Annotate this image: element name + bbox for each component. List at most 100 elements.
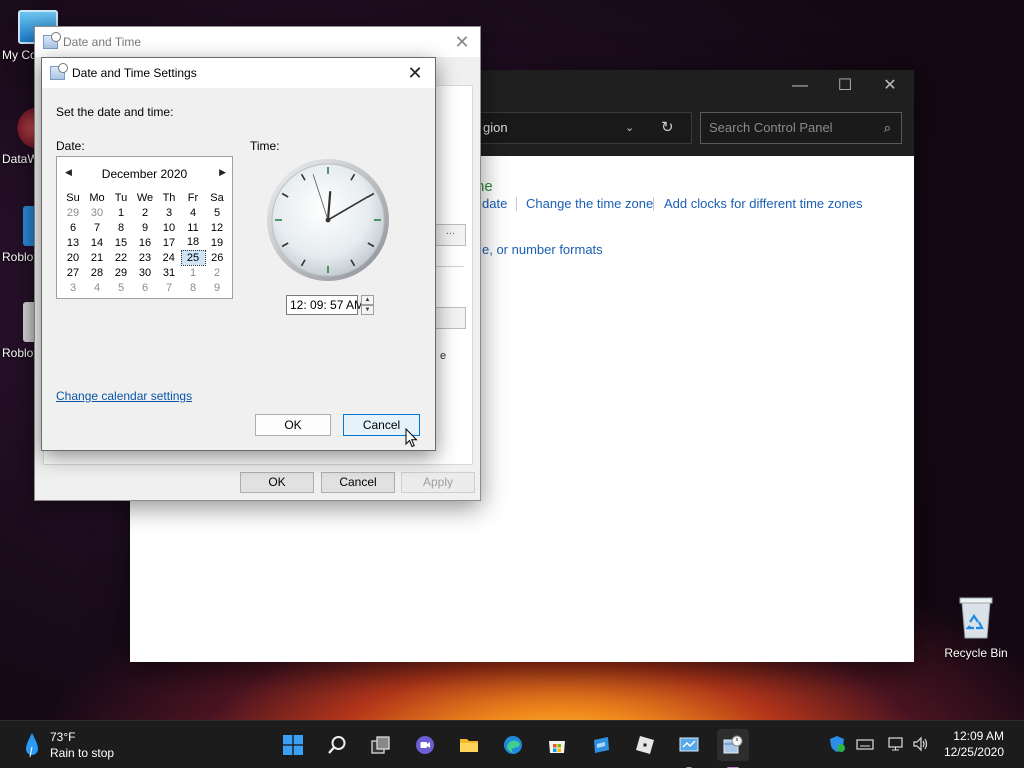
edge-button[interactable] — [497, 729, 529, 761]
calendar-day[interactable]: 27 — [61, 265, 85, 280]
taskbar-search-button[interactable] — [321, 729, 353, 761]
calendar-day[interactable]: 19 — [205, 235, 229, 250]
calendar-day[interactable]: 4 — [85, 280, 109, 295]
calendar-day[interactable]: 3 — [157, 205, 181, 220]
taskbar: 73°F Rain to stop 12:09 AM 12/25/2020 — [0, 720, 1024, 768]
minimize-button[interactable]: — — [785, 74, 815, 98]
calendar-day[interactable]: 7 — [157, 280, 181, 295]
calendar-day[interactable]: 6 — [61, 220, 85, 235]
search-input[interactable]: Search Control Panel ⌕ — [700, 112, 902, 144]
store-button[interactable] — [541, 729, 573, 761]
cancel-button[interactable]: Cancel — [321, 472, 395, 493]
calendar-day[interactable]: 4 — [181, 205, 205, 220]
time-input[interactable]: 12: 09: 57 AM — [286, 295, 364, 315]
roblox-studio-button[interactable] — [585, 729, 617, 761]
calendar-day[interactable]: 3 — [61, 280, 85, 295]
dialog-title: Date and Time Settings — [72, 66, 197, 80]
link-add-clocks[interactable]: Add clocks for different time zones — [664, 196, 862, 211]
change-date-time-button[interactable]: ... — [432, 224, 466, 246]
calendar-day[interactable]: 28 — [85, 265, 109, 280]
calendar-day[interactable]: 9 — [205, 280, 229, 295]
link-set-date[interactable]: date — [482, 196, 507, 211]
volume-tray-button[interactable] — [911, 735, 931, 755]
keyboard-tray-button[interactable] — [855, 735, 875, 755]
recycle-bin-label: Recycle Bin — [944, 646, 1008, 660]
calendar-day[interactable]: 5 — [109, 280, 133, 295]
calendar-day[interactable]: 10 — [157, 220, 181, 235]
security-tray-button[interactable] — [827, 735, 847, 755]
calendar-day[interactable]: 16 — [133, 235, 157, 250]
calendar-month-title[interactable]: December 2020 — [57, 167, 232, 181]
dialog-titlebar: Date and Time ✕ — [35, 27, 480, 57]
desktop-icon-recycle-bin[interactable]: Recycle Bin — [936, 596, 1016, 660]
calendar-day[interactable]: 13 — [61, 235, 85, 250]
calendar-day[interactable]: 2 — [205, 265, 229, 280]
calendar-day[interactable]: 2 — [133, 205, 157, 220]
maximize-button[interactable]: ☐ — [830, 74, 860, 98]
calendar-day[interactable]: 30 — [133, 265, 157, 280]
calendar-day[interactable]: 29 — [109, 265, 133, 280]
calendar-day[interactable]: 12 — [205, 220, 229, 235]
mouse-cursor-icon — [405, 428, 418, 448]
apply-button[interactable]: Apply — [401, 472, 475, 493]
roblox-button[interactable] — [629, 729, 661, 761]
calendar-week-row: 20 21 22 23 24 25 26 — [61, 249, 229, 266]
weekday-header: We — [136, 191, 154, 204]
address-text: gion — [483, 120, 508, 135]
network-tray-button[interactable] — [886, 735, 906, 755]
chat-icon — [416, 736, 434, 754]
ok-button[interactable]: OK — [240, 472, 314, 493]
calendar-day[interactable]: 29 — [61, 205, 85, 220]
calendar-week-row: 29 30 1 2 3 4 5 — [61, 205, 229, 220]
file-explorer-button[interactable] — [453, 729, 485, 761]
close-button[interactable]: ✕ — [403, 61, 427, 85]
refresh-icon[interactable]: ↻ — [661, 113, 674, 143]
calendar-day[interactable]: 30 — [85, 205, 109, 220]
calendar-day[interactable]: 17 — [157, 235, 181, 250]
calendar-day[interactable]: 26 — [205, 250, 229, 265]
calendar-week-row: 13 14 15 16 17 18 19 — [61, 235, 229, 250]
calendar-day[interactable]: 11 — [181, 220, 205, 235]
roblox-icon — [636, 736, 654, 754]
file-explorer-icon — [460, 739, 478, 752]
calendar-day[interactable]: 31 — [157, 265, 181, 280]
calendar-day[interactable]: 8 — [109, 220, 133, 235]
calendar-day[interactable]: 22 — [109, 250, 133, 265]
taskbar-clock-date[interactable]: 12/25/2020 — [944, 745, 1004, 759]
calendar-day[interactable]: 9 — [133, 220, 157, 235]
calendar-day[interactable]: 7 — [85, 220, 109, 235]
calendar-next-button[interactable]: ▶ — [219, 167, 226, 178]
link-change-time-zone[interactable]: Change the time zone — [526, 196, 653, 211]
calendar-day[interactable]: 23 — [133, 250, 157, 265]
close-button[interactable]: ✕ — [875, 74, 905, 98]
calendar-day[interactable]: 15 — [109, 235, 133, 250]
start-button[interactable] — [277, 729, 309, 761]
change-calendar-settings-link[interactable]: Change calendar settings — [56, 389, 192, 403]
calendar-day[interactable]: 20 — [61, 250, 85, 265]
calendar-day[interactable]: 1 — [109, 205, 133, 220]
store-icon — [549, 741, 565, 753]
link-number-formats[interactable]: e, or number formats — [482, 242, 603, 257]
calendar-day[interactable]: 21 — [85, 250, 109, 265]
spin-down-button[interactable]: ▼ — [361, 305, 374, 315]
chat-button[interactable] — [409, 729, 441, 761]
calendar: ◀ December 2020 ▶ Su Mo Tu We Th Fr Sa 2… — [56, 156, 233, 299]
calendar-day[interactable]: 5 — [205, 205, 229, 220]
calendar-day[interactable]: 14 — [85, 235, 109, 250]
date-time-button[interactable] — [717, 729, 749, 768]
spin-up-button[interactable]: ▲ — [361, 295, 374, 305]
calendar-day[interactable]: 1 — [181, 265, 205, 280]
task-view-button[interactable] — [365, 729, 397, 761]
calendar-day[interactable]: 18 — [181, 235, 205, 250]
calendar-day[interactable]: 6 — [133, 280, 157, 295]
calendar-day[interactable]: 24 — [157, 250, 181, 265]
taskbar-clock-time[interactable]: 12:09 AM — [953, 729, 1004, 743]
address-field[interactable]: gion ⌄ ↻ — [480, 112, 692, 144]
calendar-day-selected[interactable]: 25 — [180, 249, 206, 266]
close-button[interactable]: ✕ — [450, 30, 474, 54]
ok-button[interactable]: OK — [255, 414, 331, 436]
calendar-day[interactable]: 8 — [181, 280, 205, 295]
change-time-zone-button[interactable] — [432, 307, 466, 329]
control-panel-button[interactable] — [673, 729, 705, 768]
chevron-down-icon[interactable]: ⌄ — [625, 113, 634, 143]
